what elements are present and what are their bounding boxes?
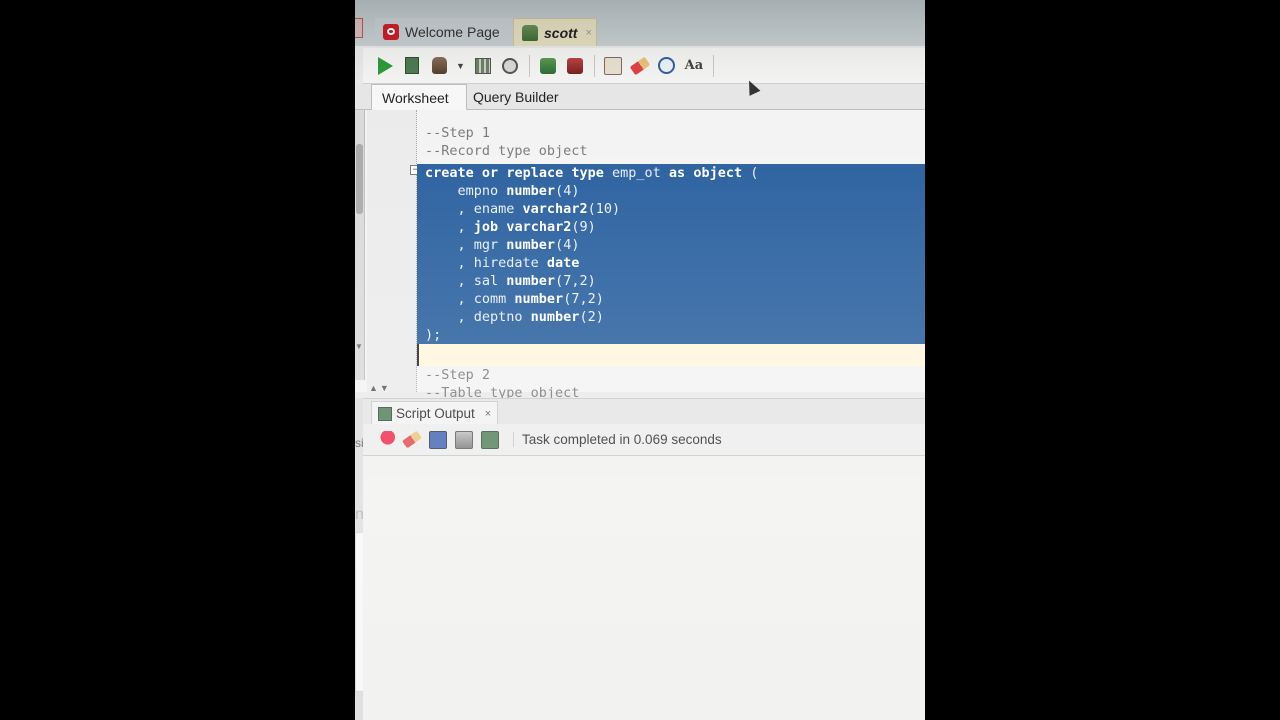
tab-scott-label: scott	[544, 24, 578, 41]
script-output-icon	[378, 406, 392, 421]
tab-welcome-page[interactable]: Welcome Page	[375, 18, 513, 46]
sql-keyword: replace	[506, 165, 564, 181]
tab-query-builder[interactable]: Query Builder	[463, 84, 583, 110]
sql-keyword: date	[546, 255, 580, 271]
editor-scrollbar[interactable]: ▼	[355, 110, 365, 380]
database-connection-icon	[522, 24, 538, 41]
sql-tuning-button[interactable]	[500, 56, 520, 76]
code-line-selected: );	[417, 326, 925, 344]
sql-keyword: number	[514, 291, 564, 307]
format-button[interactable]: Aa	[684, 56, 704, 76]
code-line: --Step 1	[425, 125, 491, 141]
document-tab-bar: Welcome Page scott ×	[355, 0, 925, 46]
toolbar-divider	[712, 54, 714, 77]
sql-keyword: object	[693, 165, 743, 181]
code-line-selected: , mgr number(4)	[417, 236, 925, 254]
toolbar-divider	[528, 54, 530, 77]
sql-icon	[603, 56, 622, 75]
code-line-selected: empno number(4)	[417, 182, 925, 200]
chevron-down-icon[interactable]: ▼	[456, 61, 465, 71]
tab-script-output[interactable]: Script Output ×	[371, 401, 499, 425]
rollback-button[interactable]	[565, 56, 585, 76]
run-statement-button[interactable]	[375, 56, 395, 76]
code-line: --Record type object	[425, 143, 588, 159]
explain-plan-icon	[474, 57, 491, 74]
close-output-icon[interactable]: ×	[485, 408, 491, 420]
sql-keyword: number	[506, 237, 556, 253]
tab-scott[interactable]: scott ×	[513, 18, 597, 46]
history-button[interactable]	[657, 56, 677, 76]
script-output-label: Script Output	[396, 406, 475, 421]
tab-worksheet[interactable]: Worksheet	[371, 84, 467, 110]
autotrace-button[interactable]	[429, 56, 449, 76]
commit-icon	[539, 57, 556, 74]
sql-keyword: job	[473, 219, 499, 235]
run-script-button[interactable]	[402, 56, 422, 76]
sql-keyword: create	[425, 165, 474, 181]
close-tab-icon[interactable]: ×	[585, 27, 591, 39]
sql-developer-window: Welcome Page scott × ▼ Aa Worksheet Quer…	[355, 0, 925, 720]
clear-output-icon[interactable]	[402, 430, 422, 449]
script-output-area[interactable]	[363, 456, 925, 720]
sql-keyword: or	[481, 165, 499, 181]
code-line-selected: , job varchar2(9)	[417, 218, 925, 236]
sql-editor[interactable]: ▼ − --Step 1 --Record type object create…	[355, 110, 925, 401]
code-line-selected: , sal number(7,2)	[417, 272, 925, 290]
toolbar-divider	[593, 54, 595, 77]
sql-keyword: as	[668, 165, 686, 181]
worksheet-toolbar: ▼ Aa	[363, 48, 925, 84]
output-status-text: Task completed in 0.069 seconds	[513, 432, 722, 447]
hidden-tab-edge[interactable]	[355, 18, 363, 38]
code-line-selected: create or replace type emp_ot as object …	[417, 164, 925, 182]
splitter-arrows-icon[interactable]: ▲▼	[369, 383, 391, 393]
scroll-down-arrow-icon[interactable]: ▼	[355, 342, 363, 351]
autotrace-icon	[431, 57, 447, 74]
worksheet-subtabs: Worksheet Query Builder	[355, 84, 925, 110]
print-icon[interactable]	[455, 430, 473, 449]
rollback-icon	[566, 57, 583, 74]
sql-keyword: number	[530, 309, 580, 325]
code-line-current	[417, 344, 925, 366]
clear-icon	[629, 56, 651, 75]
format-icon: Aa	[684, 58, 704, 73]
sql-button[interactable]	[603, 56, 623, 76]
sql-keyword: varchar2	[506, 219, 572, 235]
run-statement-icon	[377, 56, 393, 75]
sql-keyword: varchar2	[522, 201, 588, 217]
code-line-selected: , hiredate date	[417, 254, 925, 272]
tab-welcome-label: Welcome Page	[405, 24, 500, 40]
log-icon[interactable]	[481, 430, 499, 449]
commit-button[interactable]	[538, 56, 558, 76]
sql-keyword: number	[506, 273, 556, 289]
sql-keyword: number	[506, 183, 556, 199]
run-script-icon	[405, 57, 419, 74]
scrollbar-thumb[interactable]	[356, 144, 363, 214]
code-line-selected: , comm number(7,2)	[417, 290, 925, 308]
oracle-icon	[383, 24, 399, 40]
code-line-selected: , deptno number(2)	[417, 308, 925, 326]
save-icon[interactable]	[429, 430, 447, 449]
code-line-selected: , ename varchar2(10)	[417, 200, 925, 218]
output-toolbar: Task completed in 0.069 seconds	[363, 424, 925, 456]
code-line: --Step 2	[425, 367, 491, 383]
explain-plan-button[interactable]	[473, 56, 493, 76]
sql-keyword: type	[571, 165, 604, 181]
pin-icon[interactable]	[377, 430, 395, 449]
output-tab-bar: Script Output ×	[363, 398, 925, 425]
sql-tuning-icon	[501, 57, 518, 74]
clear-button[interactable]	[629, 56, 651, 76]
history-icon	[658, 57, 676, 74]
code-area[interactable]: --Step 1 --Record type object create or …	[417, 124, 925, 402]
line-gutter	[367, 110, 417, 392]
